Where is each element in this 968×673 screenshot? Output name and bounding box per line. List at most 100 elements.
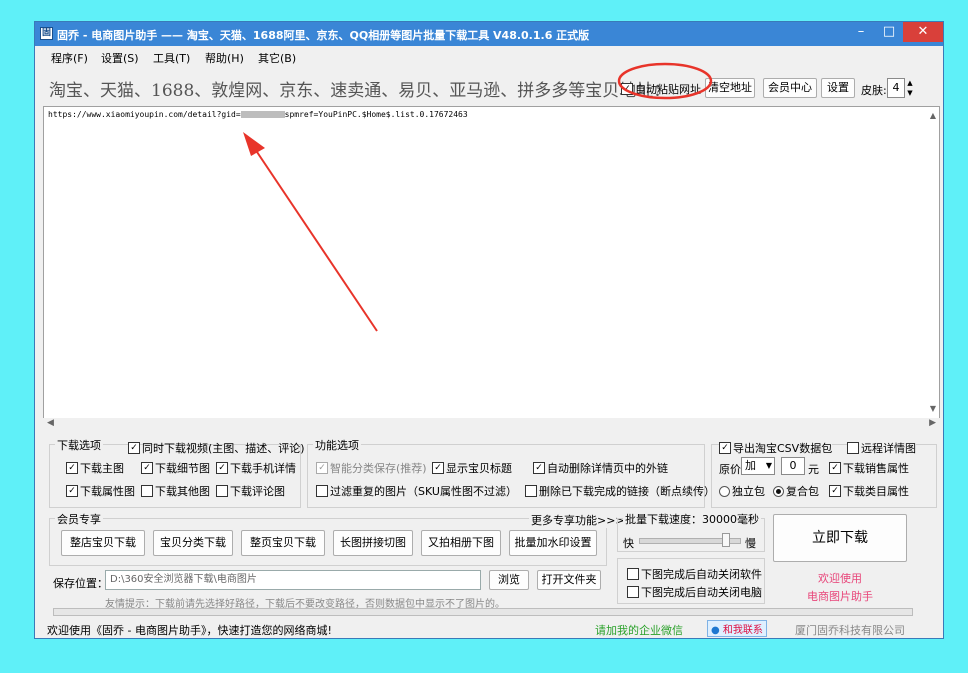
sales-attr-checkbox[interactable] bbox=[829, 462, 841, 474]
price-unit: 元 bbox=[808, 463, 819, 476]
filter-duplicates-checkbox[interactable] bbox=[316, 485, 328, 497]
option-shutdown-computer[interactable]: 下图完成后自动关闭电脑 bbox=[627, 584, 762, 600]
contact-button[interactable]: ● 和我联系 bbox=[707, 620, 767, 637]
open-folder-button[interactable]: 打开文件夹 bbox=[537, 570, 601, 590]
remove-links-checkbox[interactable] bbox=[533, 462, 545, 474]
category-attr-label: 下载类目属性 bbox=[843, 485, 909, 498]
option-other-image[interactable]: 下载其他图 bbox=[141, 483, 210, 499]
annotation-arrow-head bbox=[243, 132, 265, 156]
export-csv-label: 导出淘宝CSV数据包 bbox=[733, 442, 833, 455]
review-image-checkbox[interactable] bbox=[216, 485, 228, 497]
annotation-circle bbox=[617, 62, 713, 100]
option-delete-completed[interactable]: 删除已下载完成的链接（断点续传） bbox=[525, 483, 715, 499]
save-path-input[interactable]: D:\360安全浏览器下载\电商图片 bbox=[105, 570, 481, 590]
option-remove-links[interactable]: 自动删除详情页中的外链 bbox=[533, 460, 668, 476]
option-main-image[interactable]: 下载主图 bbox=[66, 460, 124, 476]
annotation-overlay bbox=[243, 62, 713, 332]
shutdown-computer-checkbox[interactable] bbox=[627, 586, 639, 598]
option-close-software[interactable]: 下图完成后自动关闭软件 bbox=[627, 566, 762, 582]
category-attr-checkbox[interactable] bbox=[829, 485, 841, 497]
category-download-button[interactable]: 宝贝分类下载 bbox=[153, 530, 233, 556]
review-image-label: 下载评论图 bbox=[230, 485, 285, 498]
company-name: 厦门固乔科技有限公司 bbox=[795, 624, 905, 637]
smart-category-label: 智能分类保存(推荐) bbox=[330, 462, 427, 475]
option-sales-attr[interactable]: 下载销售属性 bbox=[829, 460, 909, 476]
price-operation-select[interactable]: 加 ▼ bbox=[741, 457, 775, 475]
smart-category-checkbox[interactable] bbox=[316, 462, 328, 474]
status-bar: 欢迎使用《固乔 - 电商图片助手》，快速打造您的网络商城! 请加我的企业微信 ●… bbox=[35, 618, 943, 638]
wechat-link[interactable]: 请加我的企业微信 bbox=[595, 622, 683, 638]
attribute-image-checkbox[interactable] bbox=[66, 485, 78, 497]
other-image-label: 下载其他图 bbox=[155, 485, 210, 498]
option-category-attr[interactable]: 下载类目属性 bbox=[829, 483, 909, 499]
long-image-split-button[interactable]: 长图拼接切图 bbox=[333, 530, 413, 556]
option-show-title[interactable]: 显示宝贝标题 bbox=[432, 460, 512, 476]
filter-duplicates-label: 过滤重复的图片（SKU属性图不过滤） bbox=[330, 485, 517, 498]
download-options-title: 下载选项 bbox=[55, 437, 103, 453]
contact-label: 和我联系 bbox=[722, 625, 763, 636]
option-remote-detail[interactable]: 远程详情图 bbox=[847, 440, 916, 456]
app-window: 固 固乔 - 电商图片助手 —— 淘宝、天猫、1688阿里、京东、QQ相册等图片… bbox=[34, 21, 944, 639]
option-smart-category[interactable]: 智能分类保存(推荐) bbox=[316, 460, 427, 476]
download-now-button[interactable]: 立即下载 bbox=[773, 514, 907, 562]
price-label: 原价 bbox=[719, 463, 741, 476]
export-csv-checkbox[interactable] bbox=[719, 442, 731, 454]
download-video-label: 同时下载视频(主图、描述、评论) bbox=[142, 442, 305, 455]
option-review-image[interactable]: 下载评论图 bbox=[216, 483, 285, 499]
whole-shop-download-button[interactable]: 整店宝贝下载 bbox=[61, 530, 145, 556]
remote-detail-checkbox[interactable] bbox=[847, 442, 859, 454]
speed-slider-thumb[interactable] bbox=[721, 533, 730, 547]
price-operation-value: 加 bbox=[745, 459, 756, 472]
mobile-detail-label: 下载手机详情 bbox=[230, 462, 296, 475]
package-combined-label: 复合包 bbox=[786, 485, 819, 498]
price-value-input[interactable]: 0 bbox=[781, 457, 805, 475]
more-features-link[interactable]: 更多专享功能>>> bbox=[529, 512, 627, 528]
annotation-arrow-shaft bbox=[252, 145, 378, 332]
other-image-checkbox[interactable] bbox=[141, 485, 153, 497]
sales-attr-label: 下载销售属性 bbox=[843, 462, 909, 475]
browse-button[interactable]: 浏览 bbox=[489, 570, 529, 590]
option-package-combined[interactable]: 复合包 bbox=[773, 483, 819, 499]
main-image-label: 下载主图 bbox=[80, 462, 124, 475]
welcome-message: 欢迎使用电商图片助手 bbox=[773, 570, 907, 606]
upai-album-download-button[interactable]: 又拍相册下图 bbox=[421, 530, 501, 556]
option-package-independent[interactable]: 独立包 bbox=[719, 483, 765, 499]
mobile-detail-checkbox[interactable] bbox=[216, 462, 228, 474]
speed-title: 批量下载速度：30000毫秒 bbox=[623, 511, 761, 527]
whole-page-download-button[interactable]: 整页宝贝下载 bbox=[241, 530, 325, 556]
delete-completed-checkbox[interactable] bbox=[525, 485, 537, 497]
shutdown-computer-label: 下图完成后自动关闭电脑 bbox=[641, 586, 762, 599]
close-software-label: 下图完成后自动关闭软件 bbox=[641, 568, 762, 581]
package-independent-radio[interactable] bbox=[719, 485, 730, 497]
watermark-settings-button[interactable]: 批量加水印设置 bbox=[509, 530, 597, 556]
progress-bar bbox=[53, 608, 913, 616]
attribute-image-label: 下载属性图 bbox=[80, 485, 135, 498]
show-title-checkbox[interactable] bbox=[432, 462, 444, 474]
welcome-line2: 电商图片助手 bbox=[807, 590, 873, 603]
option-detail-image[interactable]: 下载细节图 bbox=[141, 460, 210, 476]
remote-detail-label: 远程详情图 bbox=[861, 442, 916, 455]
save-location-label: 保存位置： bbox=[53, 577, 108, 590]
option-export-csv[interactable]: 导出淘宝CSV数据包 bbox=[719, 440, 833, 456]
option-download-video[interactable]: 同时下载视频(主图、描述、评论) bbox=[128, 440, 305, 456]
download-video-checkbox[interactable] bbox=[128, 442, 140, 454]
package-combined-radio[interactable] bbox=[773, 485, 784, 497]
main-image-checkbox[interactable] bbox=[66, 462, 78, 474]
close-software-checkbox[interactable] bbox=[627, 568, 639, 580]
detail-image-checkbox[interactable] bbox=[141, 462, 153, 474]
feature-options-title: 功能选项 bbox=[313, 437, 361, 453]
option-mobile-detail[interactable]: 下载手机详情 bbox=[216, 460, 296, 476]
speed-fast-label: 快 bbox=[623, 537, 634, 550]
status-welcome: 欢迎使用《固乔 - 电商图片助手》，快速打造您的网络商城! bbox=[47, 624, 332, 637]
speed-slow-label: 慢 bbox=[745, 537, 756, 550]
chat-icon: ● bbox=[711, 625, 720, 636]
detail-image-label: 下载细节图 bbox=[155, 462, 210, 475]
option-attribute-image[interactable]: 下载属性图 bbox=[66, 483, 135, 499]
package-independent-label: 独立包 bbox=[732, 485, 765, 498]
chevron-down-icon: ▼ bbox=[765, 461, 772, 470]
member-section-title: 会员专享 bbox=[55, 511, 103, 527]
welcome-line1: 欢迎使用 bbox=[818, 572, 862, 585]
show-title-label: 显示宝贝标题 bbox=[446, 462, 512, 475]
option-filter-duplicates[interactable]: 过滤重复的图片（SKU属性图不过滤） bbox=[316, 483, 517, 499]
delete-completed-label: 删除已下载完成的链接（断点续传） bbox=[539, 485, 715, 498]
